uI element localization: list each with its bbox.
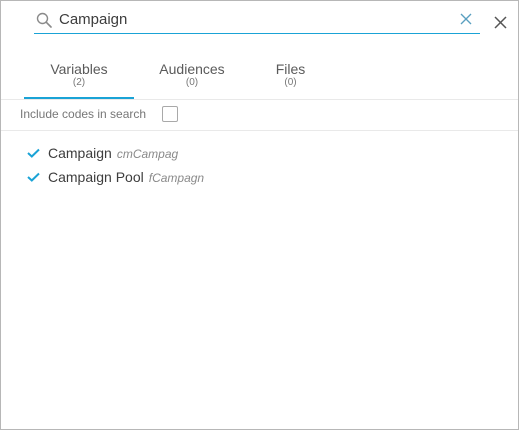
include-codes-label: Include codes in search <box>20 107 147 121</box>
close-icon[interactable] <box>494 16 507 29</box>
search-bar <box>34 9 480 34</box>
tab-bar: Variables (2) Audiences (0) Files (0) <box>1 51 518 100</box>
include-codes-checkbox[interactable] <box>162 106 178 122</box>
tab-files-label: Files <box>275 61 306 77</box>
tab-files[interactable]: Files (0) <box>253 51 328 98</box>
tab-files-count: (0) <box>284 77 297 88</box>
result-name: Campaign Pool <box>48 169 144 185</box>
tab-variables[interactable]: Variables (2) <box>24 51 134 99</box>
results-list: Campaign cmCampag Campaign Pool fCampagn <box>1 141 518 189</box>
result-code: cmCampag <box>116 147 179 161</box>
result-name: Campaign <box>48 145 112 161</box>
result-label: Campaign Pool fCampagn <box>48 169 204 187</box>
clear-search-icon[interactable] <box>459 12 473 26</box>
result-item[interactable]: Campaign Pool fCampagn <box>1 165 518 189</box>
search-input[interactable] <box>59 9 449 31</box>
include-codes-row: Include codes in search <box>1 100 518 131</box>
tab-variables-count: (2) <box>72 77 86 88</box>
result-label: Campaign cmCampag <box>48 145 178 163</box>
tab-audiences-label: Audiences <box>159 61 225 77</box>
checkmark-icon <box>27 172 40 182</box>
search-panel: Variables (2) Audiences (0) Files (0) In… <box>0 0 519 430</box>
checkmark-icon <box>27 148 40 158</box>
tab-audiences-count: (0) <box>185 77 199 88</box>
result-code: fCampagn <box>148 171 205 185</box>
search-icon <box>36 12 52 28</box>
result-item[interactable]: Campaign cmCampag <box>1 141 518 165</box>
tab-variables-label: Variables <box>50 61 108 77</box>
tab-audiences[interactable]: Audiences (0) <box>142 51 242 98</box>
